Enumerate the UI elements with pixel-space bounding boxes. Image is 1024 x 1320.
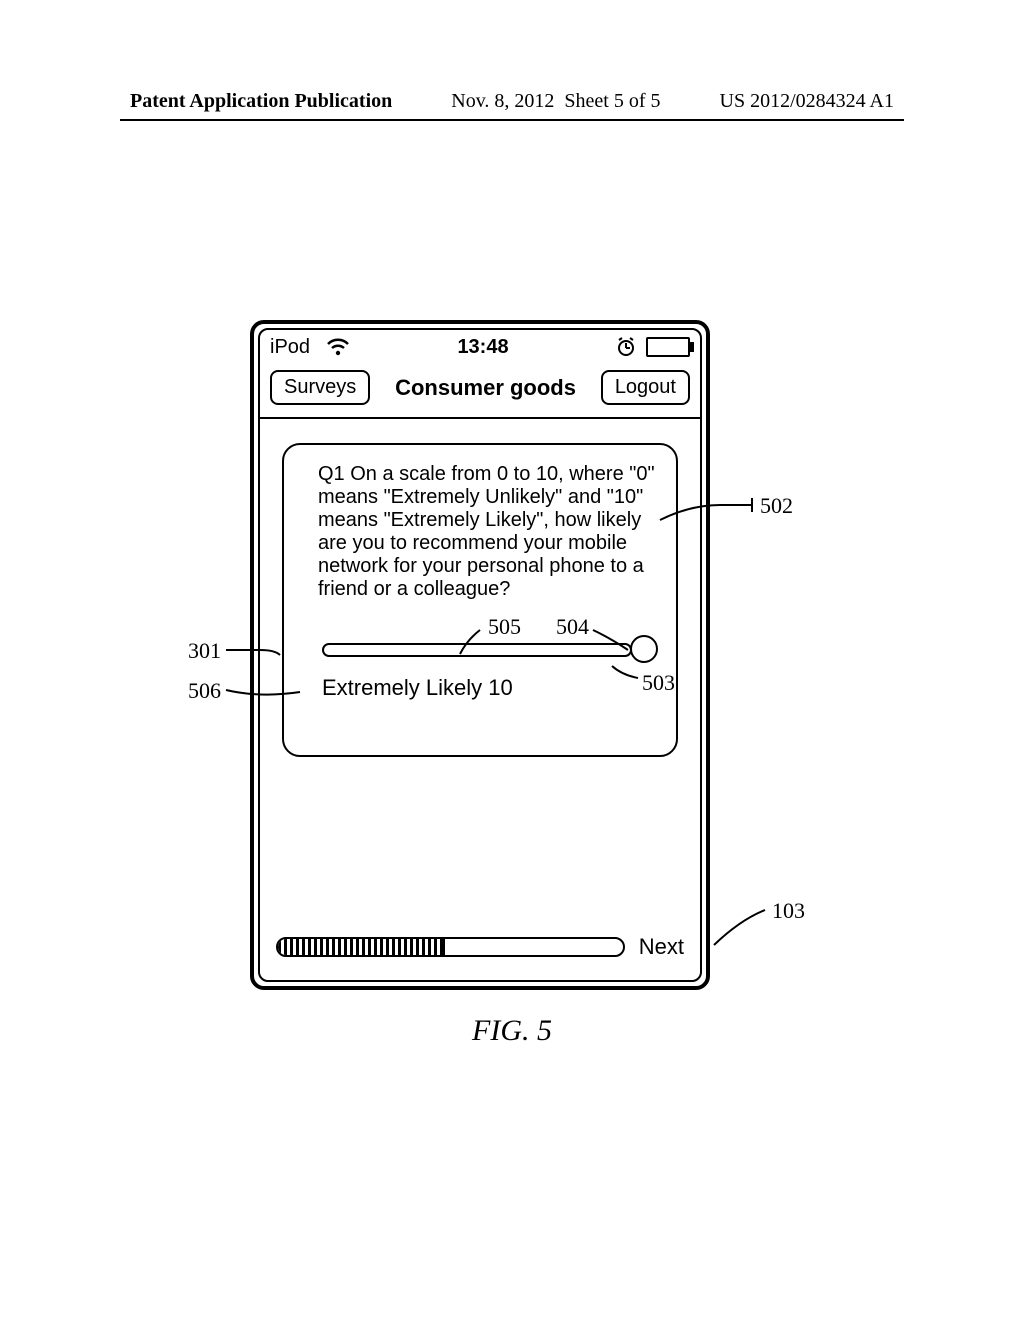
progress-bar [276,937,625,957]
page-title: Consumer goods [395,375,576,401]
slider-thumb[interactable] [630,635,658,663]
publication-date: Nov. 8, 2012 [451,90,554,112]
header-rule [120,119,904,121]
callout-502: 502 [760,493,793,519]
sheet-number: Sheet 5 of 5 [564,90,660,112]
status-bar: iPod 13:48 [260,330,700,364]
figure-caption: FIG. 5 [0,1014,1024,1048]
footer-row: Next [276,934,684,960]
callout-301: 301 [188,638,221,664]
device-frame: iPod 13:48 [250,320,710,990]
battery-icon [646,337,690,357]
carrier-label: iPod [270,336,310,359]
slider-value-label: Extremely Likely 10 [322,675,662,701]
progress-fill [278,939,445,955]
next-button[interactable]: Next [639,934,684,960]
device-screen: iPod 13:48 [258,328,702,982]
alarm-icon [616,337,636,357]
wifi-icon [326,338,350,356]
clock-time: 13:48 [350,336,616,359]
question-card: Q1 On a scale from 0 to 10, where "0" me… [282,443,678,757]
slider-track[interactable] [322,643,632,657]
logout-button[interactable]: Logout [601,370,690,405]
publication-label: Patent Application Publication [130,90,392,113]
docket-number: US 2012/0284324 A1 [720,90,894,113]
nav-bar: Surveys Consumer goods Logout [260,364,700,419]
page-header: Patent Application Publication Nov. 8, 2… [0,0,1024,113]
callout-506: 506 [188,678,221,704]
callout-103: 103 [772,898,805,924]
back-button[interactable]: Surveys [270,370,370,405]
answer-slider[interactable] [322,641,658,661]
question-text: Q1 On a scale from 0 to 10, where "0" me… [318,463,662,601]
publication-date-sheet: Nov. 8, 2012 Sheet 5 of 5 [451,90,660,113]
